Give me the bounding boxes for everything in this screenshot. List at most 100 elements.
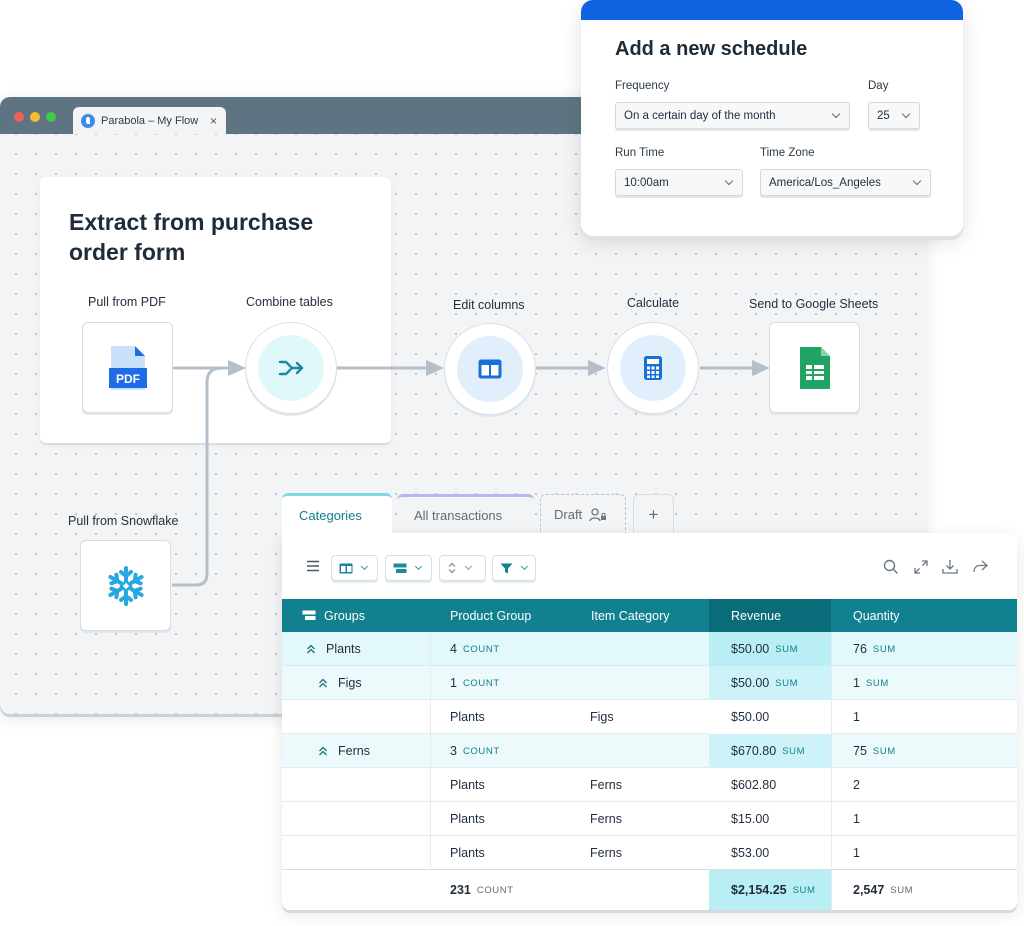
cell-value: 231 — [450, 883, 471, 897]
pdf-badge-text: PDF — [116, 372, 140, 386]
aggregate-label: COUNT — [462, 677, 500, 689]
pull-from-snowflake-node[interactable] — [80, 540, 171, 631]
product-group-cell: 1 COUNT — [450, 666, 500, 700]
column-header-item-category[interactable]: Item Category — [571, 599, 709, 632]
collapse-chevrons-icon[interactable] — [318, 746, 328, 756]
day-label: Day — [868, 80, 889, 92]
tab-categories[interactable]: Categories — [282, 493, 392, 535]
frequency-select[interactable]: On a certain day of the month — [615, 102, 850, 129]
expand-icon[interactable] — [912, 558, 930, 576]
chevron-down-icon — [901, 109, 911, 119]
table-row[interactable]: Plants Ferns $53.00 1 — [282, 836, 1017, 870]
combine-tables-node[interactable] — [245, 322, 337, 414]
day-value: 25 — [877, 109, 890, 122]
cell-value: $670.80 — [731, 744, 777, 758]
pdf-file-icon: PDF — [108, 345, 147, 390]
group-name: Ferns — [338, 744, 370, 758]
schedule-title: Add a new schedule — [615, 38, 808, 60]
data-table-panel: Groups Product Group Item Category Reven… — [282, 533, 1017, 910]
revenue-cell: $670.80 SUM — [709, 734, 831, 768]
add-tab-button[interactable]: + — [633, 494, 674, 534]
cell-value: Ferns — [590, 778, 622, 792]
column-divider — [831, 632, 832, 910]
product-group-total: 231 COUNT — [450, 870, 514, 910]
sort-icon — [448, 562, 456, 574]
tab-all-transactions-label: All transactions — [414, 508, 503, 523]
step-label-pull-from-snowflake: Pull from Snowflake — [68, 514, 179, 528]
columns-icon — [478, 359, 502, 379]
sort-button[interactable] — [439, 555, 486, 581]
column-divider — [430, 632, 431, 870]
table-row[interactable]: Plants Ferns $602.80 2 — [282, 768, 1017, 802]
columns-view-button[interactable] — [331, 555, 378, 581]
tab-draft[interactable]: Draft — [540, 494, 626, 534]
collapse-chevrons-icon[interactable] — [306, 644, 316, 654]
column-header-product-group[interactable]: Product Group — [430, 599, 571, 632]
step-label-pull-from-pdf: Pull from PDF — [88, 295, 166, 309]
tab-categories-label: Categories — [299, 508, 362, 523]
aggregate-label: SUM — [782, 745, 806, 757]
column-header-groups[interactable]: Groups — [282, 599, 430, 632]
product-group-cell: Plants — [450, 802, 485, 836]
cell-value: Ferns — [590, 812, 622, 826]
day-select[interactable]: 25 — [868, 102, 920, 129]
revenue-cell: $50.00 — [709, 700, 831, 734]
product-group-cell: Plants — [450, 768, 485, 802]
collapse-chevrons-icon[interactable] — [318, 678, 328, 688]
aggregate-label: SUM — [775, 677, 799, 689]
quantity-cell: 2 — [853, 768, 860, 802]
column-header-revenue[interactable]: Revenue — [709, 599, 831, 632]
group-by-button[interactable] — [385, 555, 432, 581]
edit-columns-node[interactable] — [444, 323, 536, 415]
search-icon[interactable] — [882, 558, 900, 576]
column-header-quantity[interactable]: Quantity — [831, 599, 1017, 632]
calculate-node[interactable] — [607, 322, 699, 414]
cell-value: $2,154.25 — [731, 883, 787, 897]
table-row[interactable]: Figs 1 COUNT $50.00 SUM 1 SUM — [282, 666, 1017, 700]
run-time-value: 10:00am — [624, 176, 669, 189]
step-label-edit-columns: Edit columns — [453, 298, 525, 312]
share-icon[interactable] — [971, 558, 989, 576]
time-zone-label: Time Zone — [760, 147, 815, 159]
cell-value: 76 — [853, 642, 867, 656]
quantity-cell: 76 SUM — [853, 632, 896, 666]
product-group-cell: Plants — [450, 700, 485, 734]
table-row[interactable]: Plants Ferns $15.00 1 — [282, 802, 1017, 836]
menu-icon[interactable] — [306, 560, 320, 572]
aggregate-label: COUNT — [462, 643, 500, 655]
quantity-total: 2,547 SUM — [853, 870, 913, 910]
cell-value: 3 — [450, 744, 457, 758]
filter-button[interactable] — [492, 555, 536, 581]
chevron-down-icon — [520, 562, 529, 571]
pull-from-pdf-node[interactable]: PDF — [82, 322, 173, 413]
cell-value: $50.00 — [731, 642, 770, 656]
column-header-label: Revenue — [731, 608, 782, 623]
column-header-label: Item Category — [591, 608, 670, 623]
chevron-down-icon — [831, 109, 841, 119]
cell-value: Plants — [450, 812, 485, 826]
run-time-select[interactable]: 10:00am — [615, 169, 743, 196]
tab-all-transactions[interactable]: All transactions — [397, 494, 534, 534]
table-row[interactable]: Plants Figs $50.00 1 — [282, 700, 1017, 734]
item-category-cell: Figs — [590, 700, 614, 734]
chevron-down-icon — [464, 562, 473, 571]
table-row[interactable]: Plants 4 COUNT $50.00 SUM 76 SUM — [282, 632, 1017, 666]
quantity-cell: 75 SUM — [853, 734, 896, 768]
time-zone-select[interactable]: America/Los_Angeles — [760, 169, 931, 196]
aggregate-label: COUNT — [476, 884, 514, 896]
cell-value: 75 — [853, 744, 867, 758]
download-icon[interactable] — [941, 558, 959, 576]
cell-value: 2 — [853, 778, 860, 792]
send-to-google-sheets-node[interactable] — [769, 322, 860, 413]
column-header-label: Quantity — [853, 608, 900, 623]
group-cell: Plants — [306, 632, 361, 666]
table-row[interactable]: Ferns 3 COUNT $670.80 SUM 75 SUM — [282, 734, 1017, 768]
cell-value: 1 — [853, 710, 860, 724]
frequency-label: Frequency — [615, 80, 670, 92]
cell-value: Plants — [450, 778, 485, 792]
product-group-cell: 3 COUNT — [450, 734, 500, 768]
step-label-calculate: Calculate — [627, 296, 680, 310]
cell-value: 1 — [853, 812, 860, 826]
revenue-cell: $50.00 SUM — [709, 666, 831, 700]
group-cell: Figs — [318, 666, 362, 700]
